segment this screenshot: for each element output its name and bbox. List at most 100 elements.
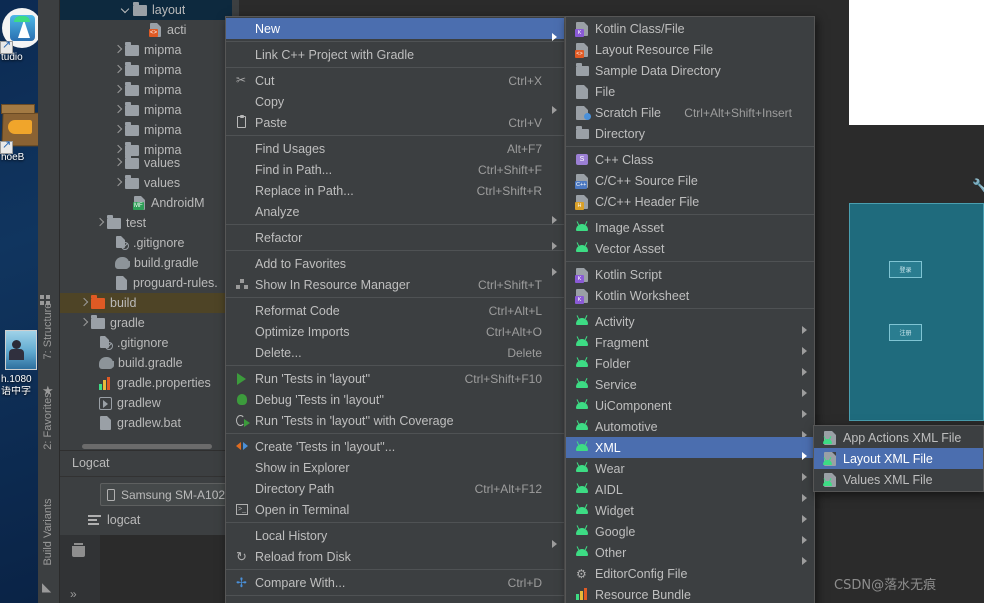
new-submenu-item[interactable]: UiComponent: [566, 395, 814, 418]
chevron-right-icon[interactable]: [94, 218, 105, 229]
trash-icon[interactable]: [72, 543, 85, 557]
preview-button-login[interactable]: 登录: [889, 261, 922, 278]
context-menu-item[interactable]: Find in Path... Ctrl+Shift+F: [226, 159, 564, 180]
chevron-right-icon[interactable]: [112, 65, 123, 76]
new-submenu-item[interactable]: Vector Asset: [566, 238, 814, 259]
preview-button-register[interactable]: 注册: [889, 324, 922, 341]
new-submenu-item[interactable]: Widget: [566, 500, 814, 523]
new-submenu-item[interactable]: Fragment: [566, 332, 814, 355]
chevron-right-icon[interactable]: [112, 45, 123, 56]
xml-submenu-item[interactable]: Layout XML File: [814, 448, 983, 469]
new-submenu-item[interactable]: File: [566, 81, 814, 102]
chevron-right-icon[interactable]: [78, 298, 89, 309]
tree-row[interactable]: test: [60, 213, 232, 233]
project-tree-horizontal-scrollbar[interactable]: [60, 443, 232, 450]
context-menu[interactable]: New Link C++ Project with Gradle ✂ Cut Ctrl+…: [225, 16, 565, 603]
tree-row[interactable]: proguard-rules.: [60, 273, 232, 293]
new-submenu-item[interactable]: C++ C/C++ Source File: [566, 170, 814, 191]
context-menu-item[interactable]: New: [226, 18, 564, 41]
new-submenu[interactable]: K Kotlin Class/File <> Layout Resource File…: [565, 16, 815, 603]
chevron-right-icon[interactable]: [78, 318, 89, 329]
context-menu-item[interactable]: Link C++ Project with Gradle: [226, 44, 564, 65]
tree-row[interactable]: .gitignore: [60, 333, 232, 353]
new-submenu-item[interactable]: XML: [566, 437, 814, 460]
tree-row[interactable]: mipma: [60, 40, 232, 60]
context-menu-item[interactable]: Local History: [226, 525, 564, 548]
tree-row[interactable]: values: [60, 173, 232, 193]
new-submenu-item[interactable]: Service: [566, 374, 814, 397]
chevron-right-icon[interactable]: [112, 85, 123, 96]
new-submenu-item[interactable]: Scratch File Ctrl+Alt+Shift+Insert: [566, 102, 814, 123]
xml-submenu-item[interactable]: Values XML File: [814, 469, 983, 490]
new-submenu-item[interactable]: K Kotlin Worksheet: [566, 285, 814, 306]
chevron-down-icon[interactable]: [120, 5, 131, 16]
tree-row[interactable]: mipma: [60, 60, 232, 80]
context-menu-item[interactable]: ✢ Compare With... Ctrl+D: [226, 572, 564, 593]
tree-row[interactable]: mipma: [60, 120, 232, 140]
new-submenu-item[interactable]: K Kotlin Class/File: [566, 18, 814, 39]
context-menu-item[interactable]: Reformat Code Ctrl+Alt+L: [226, 300, 564, 321]
context-menu-item[interactable]: >_ Open in Terminal: [226, 499, 564, 520]
context-menu-item[interactable]: ✂ Cut Ctrl+X: [226, 70, 564, 91]
tree-row[interactable]: MF AndroidM: [60, 193, 232, 213]
chevron-right-icon[interactable]: [112, 158, 123, 169]
desktop-icon-video[interactable]: h.1080 语中字: [0, 330, 38, 398]
context-menu-item[interactable]: Paste Ctrl+V: [226, 112, 564, 133]
wrench-icon[interactable]: 🔧: [972, 178, 984, 194]
tree-row[interactable]: .gitignore: [60, 233, 232, 253]
context-menu-item[interactable]: Show In Resource Manager Ctrl+Shift+T: [226, 274, 564, 295]
tree-row[interactable]: gradle: [60, 313, 232, 333]
new-submenu-item[interactable]: Wear: [566, 458, 814, 481]
new-submenu-item[interactable]: Sample Data Directory: [566, 60, 814, 81]
new-submenu-item[interactable]: Google: [566, 521, 814, 544]
chevron-right-icon[interactable]: [112, 125, 123, 136]
new-submenu-item[interactable]: AIDL: [566, 479, 814, 502]
context-menu-item[interactable]: Add to Favorites: [226, 253, 564, 276]
expand-chevrons-icon[interactable]: »: [70, 587, 77, 601]
context-menu-item[interactable]: Optimize Imports Ctrl+Alt+O: [226, 321, 564, 342]
tree-row[interactable]: mipma: [60, 100, 232, 120]
new-submenu-item[interactable]: Directory: [566, 123, 814, 144]
tree-row[interactable]: gradle.properties: [60, 373, 232, 393]
new-submenu-item[interactable]: K Kotlin Script: [566, 264, 814, 285]
tree-row[interactable]: build: [60, 293, 232, 313]
context-menu-item[interactable]: Analyze: [226, 201, 564, 224]
logcat-stream-row[interactable]: logcat: [88, 513, 140, 527]
chevron-right-icon[interactable]: [112, 105, 123, 116]
tree-row[interactable]: gradlew: [60, 393, 232, 413]
context-menu-item[interactable]: Find Usages Alt+F7: [226, 138, 564, 159]
project-tree[interactable]: layout <> acti mipma mipma mipma mipma mipma mip…: [60, 0, 232, 443]
chevron-right-icon[interactable]: [112, 178, 123, 189]
new-submenu-item[interactable]: Other: [566, 542, 814, 565]
context-menu-item[interactable]: Replace in Path... Ctrl+Shift+R: [226, 180, 564, 201]
new-submenu-item[interactable]: ⚙ EditorConfig File: [566, 563, 814, 584]
tree-row[interactable]: values: [60, 153, 232, 173]
context-menu-item[interactable]: ↻ Reload from Disk: [226, 546, 564, 567]
context-menu-item[interactable]: Debug 'Tests in 'layout'': [226, 389, 564, 410]
context-menu-item[interactable]: Copy: [226, 91, 564, 114]
context-menu-item[interactable]: Run 'Tests in 'layout'' Ctrl+Shift+F10: [226, 368, 564, 389]
desktop-icon-shoebox[interactable]: hoeB: [0, 104, 43, 164]
tree-row[interactable]: gradlew.bat: [60, 413, 232, 433]
xml-submenu[interactable]: App Actions XML File Layout XML File Value…: [813, 425, 984, 492]
context-menu-item[interactable]: Run 'Tests in 'layout'' with Coverage: [226, 410, 564, 431]
context-menu-item[interactable]: Delete... Delete: [226, 342, 564, 363]
context-menu-item[interactable]: Create 'Tests in 'layout''...: [226, 436, 564, 457]
new-submenu-item[interactable]: <> Layout Resource File: [566, 39, 814, 60]
new-submenu-item[interactable]: Automotive: [566, 416, 814, 439]
tree-row[interactable]: <> acti: [60, 20, 232, 40]
tree-row[interactable]: mipma: [60, 80, 232, 100]
new-submenu-item[interactable]: Resource Bundle: [566, 584, 814, 603]
tree-row[interactable]: build.gradle: [60, 253, 232, 273]
context-menu-item[interactable]: Refactor: [226, 227, 564, 250]
tree-row[interactable]: build.gradle: [60, 353, 232, 373]
context-menu-item[interactable]: Directory Path Ctrl+Alt+F12: [226, 478, 564, 499]
new-submenu-item[interactable]: S C++ Class: [566, 149, 814, 170]
new-submenu-item[interactable]: Folder: [566, 353, 814, 376]
new-submenu-item[interactable]: Activity: [566, 311, 814, 334]
new-submenu-item[interactable]: H C/C++ Header File: [566, 191, 814, 212]
context-menu-item[interactable]: Show in Explorer: [226, 457, 564, 478]
xml-submenu-item[interactable]: App Actions XML File: [814, 427, 983, 448]
new-submenu-item[interactable]: Image Asset: [566, 217, 814, 238]
desktop-icon-android-studio[interactable]: tudio: [0, 8, 42, 64]
